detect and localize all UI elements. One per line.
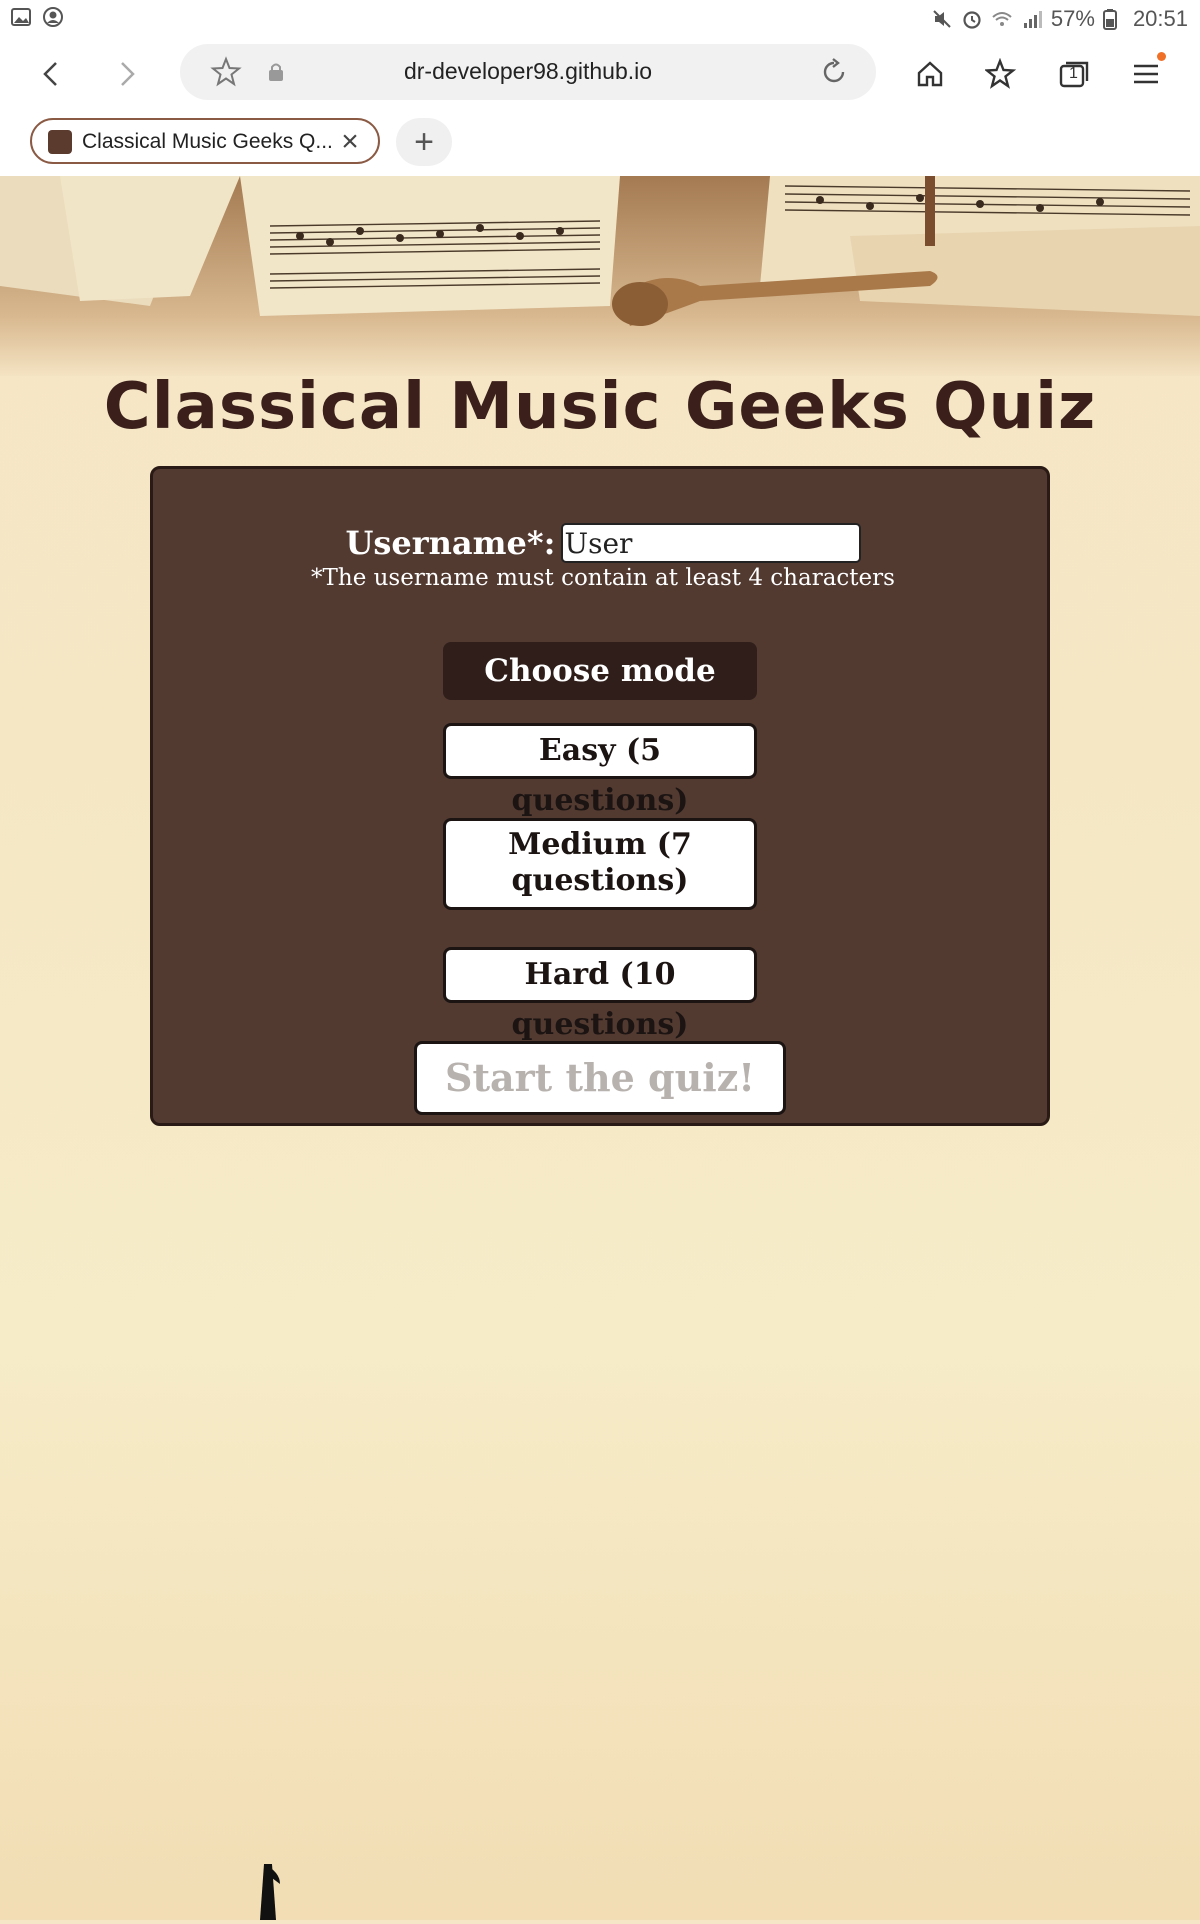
browser-toolbar: dr-developer98.github.io 1 xyxy=(0,38,1200,108)
alarm-icon xyxy=(961,8,983,30)
hamburger-menu-icon xyxy=(1134,64,1158,84)
chevron-left-icon xyxy=(43,62,57,86)
signal-icon xyxy=(1021,8,1043,30)
easy-mode-button[interactable]: Easy (5 questions) xyxy=(443,723,757,818)
start-quiz-button[interactable]: Start the quiz! xyxy=(414,1041,786,1115)
wifi-icon xyxy=(991,8,1013,30)
hard-mode-button[interactable]: Hard (10 questions) xyxy=(443,947,757,1042)
username-label: Username*: xyxy=(345,524,556,562)
quiz-setup-panel: Username*: *The username must contain at… xyxy=(150,466,1050,1126)
music-note-decoration xyxy=(250,1864,290,1920)
username-input[interactable] xyxy=(560,523,861,563)
clock: 20:51 xyxy=(1132,6,1188,31)
forward-button[interactable] xyxy=(104,52,148,96)
home-icon xyxy=(917,61,943,87)
sheet-music-banner xyxy=(0,176,1200,376)
status-bar: 57% 20:51 xyxy=(0,0,1200,38)
account-icon xyxy=(42,6,64,28)
image-icon xyxy=(10,6,32,28)
username-row: Username*: xyxy=(153,523,1053,563)
tabs-button[interactable]: 1 xyxy=(1052,52,1096,96)
menu-button[interactable] xyxy=(1124,52,1168,96)
favicon-icon xyxy=(48,130,72,154)
medium-mode-button[interactable]: Medium (7 questions) xyxy=(443,818,757,910)
notification-dot xyxy=(1157,52,1166,61)
back-button[interactable] xyxy=(30,52,74,96)
bookmarks-star-icon xyxy=(985,58,1017,89)
choose-mode-heading: Choose mode xyxy=(443,642,757,700)
tab-count: 1 xyxy=(1069,65,1078,82)
chevron-right-icon xyxy=(121,62,135,86)
close-tab-icon[interactable]: × xyxy=(332,124,368,160)
tab-title: Classical Music Geeks Q... xyxy=(82,130,332,153)
username-hint: *The username must contain at least 4 ch… xyxy=(311,565,895,591)
home-button[interactable] xyxy=(908,52,952,96)
tab-strip: Classical Music Geeks Q... × + xyxy=(0,108,1200,176)
battery-icon xyxy=(1102,8,1125,30)
page-title: Classical Music Geeks Quiz xyxy=(103,370,1097,444)
mute-icon xyxy=(931,8,953,30)
battery-percent: 57% xyxy=(1050,6,1095,31)
url-text: dr-developer98.github.io xyxy=(403,58,653,84)
reload-icon[interactable] xyxy=(818,56,850,93)
address-bar[interactable]: dr-developer98.github.io xyxy=(180,44,876,100)
bookmarks-button[interactable] xyxy=(980,52,1024,96)
browser-tab[interactable]: Classical Music Geeks Q... × xyxy=(30,118,380,164)
new-tab-button[interactable]: + xyxy=(396,118,452,166)
